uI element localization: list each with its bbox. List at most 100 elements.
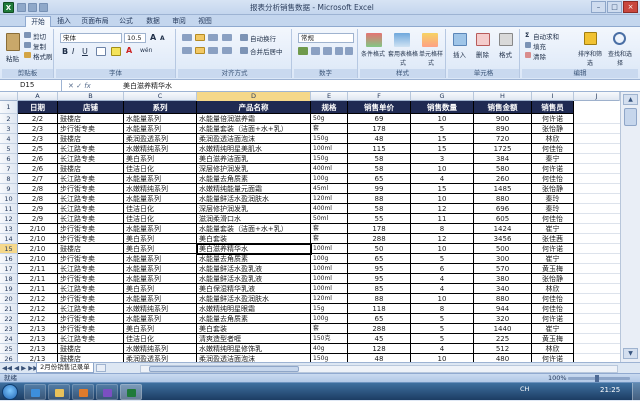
table-cell[interactable]: 99 bbox=[348, 184, 411, 194]
empty-cell[interactable] bbox=[574, 254, 620, 264]
insert-function-button[interactable]: ✕ ✓ fx bbox=[68, 81, 110, 91]
table-cell[interactable]: 2/8 bbox=[18, 194, 58, 204]
table-cell[interactable]: 50 bbox=[348, 244, 411, 254]
table-cell[interactable]: 120ml bbox=[311, 194, 348, 204]
table-cell[interactable]: 何许诺 bbox=[532, 164, 574, 174]
show-desktop-button[interactable] bbox=[632, 383, 640, 401]
table-cell[interactable]: 步行街专卖 bbox=[58, 184, 124, 194]
row-header[interactable]: 15 bbox=[0, 244, 18, 254]
table-cell[interactable]: 美白保湿精华乳液 bbox=[197, 284, 311, 294]
table-cell[interactable]: 400ml bbox=[311, 204, 348, 214]
table-cell[interactable]: 45ml bbox=[311, 184, 348, 194]
column-header-F[interactable]: F bbox=[348, 92, 411, 101]
table-cell[interactable]: 水能量系列 bbox=[124, 294, 197, 304]
table-cell[interactable]: 长江路专卖 bbox=[58, 204, 124, 214]
header-cell[interactable]: 日期 bbox=[18, 101, 58, 114]
taskbar-clock[interactable]: 21:25 bbox=[600, 386, 620, 394]
table-cell[interactable]: 48 bbox=[348, 134, 411, 144]
find-select-button[interactable]: 查找和选择 bbox=[606, 49, 634, 67]
table-cell[interactable]: 水嫩精纯系列 bbox=[124, 184, 197, 194]
table-cell[interactable]: 150克 bbox=[311, 334, 348, 344]
table-cell[interactable]: 套 bbox=[311, 224, 348, 234]
table-cell[interactable]: 美白套装 bbox=[197, 324, 311, 334]
table-cell[interactable]: 50g bbox=[311, 114, 348, 124]
undo-icon[interactable] bbox=[28, 3, 37, 12]
table-cell[interactable]: 55 bbox=[348, 214, 411, 224]
table-cell[interactable]: 570 bbox=[474, 264, 532, 274]
table-cell[interactable]: 12 bbox=[411, 204, 474, 214]
copy-button[interactable]: 复制 bbox=[33, 41, 46, 51]
empty-cell[interactable] bbox=[574, 154, 620, 164]
empty-cell[interactable] bbox=[574, 314, 620, 324]
table-cell[interactable]: 58 bbox=[348, 164, 411, 174]
table-cell[interactable]: 佳洁日化 bbox=[124, 214, 197, 224]
tab-data[interactable]: 数据 bbox=[142, 16, 164, 27]
header-cell[interactable]: 销售员 bbox=[532, 101, 574, 114]
table-cell[interactable]: 黄玉梅 bbox=[532, 334, 574, 344]
table-cell[interactable]: 288 bbox=[348, 324, 411, 334]
paste-button[interactable]: 粘贴 bbox=[6, 53, 19, 63]
table-cell[interactable]: 2/2 bbox=[18, 114, 58, 124]
taskbar-explorer[interactable] bbox=[48, 384, 70, 400]
empty-cell[interactable] bbox=[574, 344, 620, 354]
table-cell[interactable]: 2/10 bbox=[18, 224, 58, 234]
table-cell[interactable]: 1485 bbox=[474, 184, 532, 194]
table-cell[interactable]: 150g bbox=[311, 354, 348, 362]
table-cell[interactable]: 88 bbox=[348, 294, 411, 304]
table-cell[interactable]: 320 bbox=[474, 314, 532, 324]
table-cell[interactable]: 长江路专卖 bbox=[58, 284, 124, 294]
table-cell[interactable]: 120ml bbox=[311, 294, 348, 304]
table-cell[interactable]: 880 bbox=[474, 194, 532, 204]
table-cell[interactable]: 2/12 bbox=[18, 304, 58, 314]
table-cell[interactable]: 佳洁日化 bbox=[124, 334, 197, 344]
table-cell[interactable]: 40g bbox=[311, 344, 348, 354]
table-cell[interactable]: 鼓楼店 bbox=[58, 114, 124, 124]
empty-cell[interactable] bbox=[574, 174, 620, 184]
table-cell[interactable]: 步行街专卖 bbox=[58, 294, 124, 304]
table-cell[interactable]: 水嫩精纯系列 bbox=[124, 304, 197, 314]
row-header[interactable]: 24 bbox=[0, 334, 18, 344]
table-cell[interactable]: 178 bbox=[348, 224, 411, 234]
table-cell[interactable]: 何许诺 bbox=[532, 354, 574, 362]
table-cell[interactable]: 步行街专卖 bbox=[58, 314, 124, 324]
empty-cell[interactable] bbox=[574, 294, 620, 304]
table-cell[interactable]: 15g bbox=[311, 304, 348, 314]
font-size-combo[interactable]: 10.5 bbox=[124, 33, 146, 43]
table-cell[interactable]: 水能量鲜活水盈乳液 bbox=[197, 264, 311, 274]
column-header-J[interactable]: J bbox=[574, 92, 620, 101]
table-cell[interactable]: 10 bbox=[411, 354, 474, 362]
vertical-scroll-thumb[interactable] bbox=[624, 108, 637, 126]
table-cell[interactable]: 696 bbox=[474, 204, 532, 214]
table-cell[interactable]: 何许诺 bbox=[532, 244, 574, 254]
table-cell[interactable]: 美白系列 bbox=[124, 284, 197, 294]
scroll-up-button[interactable]: ▲ bbox=[623, 94, 638, 105]
table-cell[interactable]: 2/11 bbox=[18, 274, 58, 284]
table-cell[interactable]: 10 bbox=[411, 114, 474, 124]
save-icon[interactable] bbox=[17, 3, 26, 12]
table-cell[interactable]: 2/8 bbox=[18, 184, 58, 194]
maximize-button[interactable]: □ bbox=[607, 1, 622, 13]
table-cell[interactable]: 水能量去角质素 bbox=[197, 314, 311, 324]
table-cell[interactable]: 长江路专卖 bbox=[58, 334, 124, 344]
table-cell[interactable]: 288 bbox=[348, 234, 411, 244]
table-cell[interactable]: 2/11 bbox=[18, 264, 58, 274]
wrap-text-button[interactable]: 自动换行 bbox=[250, 33, 276, 43]
table-cell[interactable]: 65 bbox=[348, 314, 411, 324]
row-header[interactable]: 25 bbox=[0, 344, 18, 354]
table-cell[interactable]: 150g bbox=[311, 154, 348, 164]
align-right-icon[interactable] bbox=[208, 47, 218, 54]
sort-filter-button[interactable]: 排序和筛选 bbox=[577, 49, 603, 67]
header-cell[interactable]: 销售金额 bbox=[474, 101, 532, 114]
table-cell[interactable]: 长江路专卖 bbox=[58, 194, 124, 204]
table-cell[interactable]: 水能量套装（洁面+水+乳） bbox=[197, 124, 311, 134]
vertical-scrollbar[interactable]: ▲ ▼ bbox=[620, 92, 640, 362]
table-cell[interactable]: 5 bbox=[411, 254, 474, 264]
table-cell[interactable]: 5 bbox=[411, 324, 474, 334]
table-cell[interactable]: 45 bbox=[348, 334, 411, 344]
table-cell[interactable]: 美白套装 bbox=[197, 234, 311, 244]
scroll-down-button[interactable]: ▼ bbox=[623, 348, 638, 359]
table-cell[interactable]: 2/6 bbox=[18, 154, 58, 164]
empty-cell[interactable] bbox=[574, 234, 620, 244]
empty-cell[interactable] bbox=[574, 244, 620, 254]
table-cell[interactable]: 2/12 bbox=[18, 314, 58, 324]
